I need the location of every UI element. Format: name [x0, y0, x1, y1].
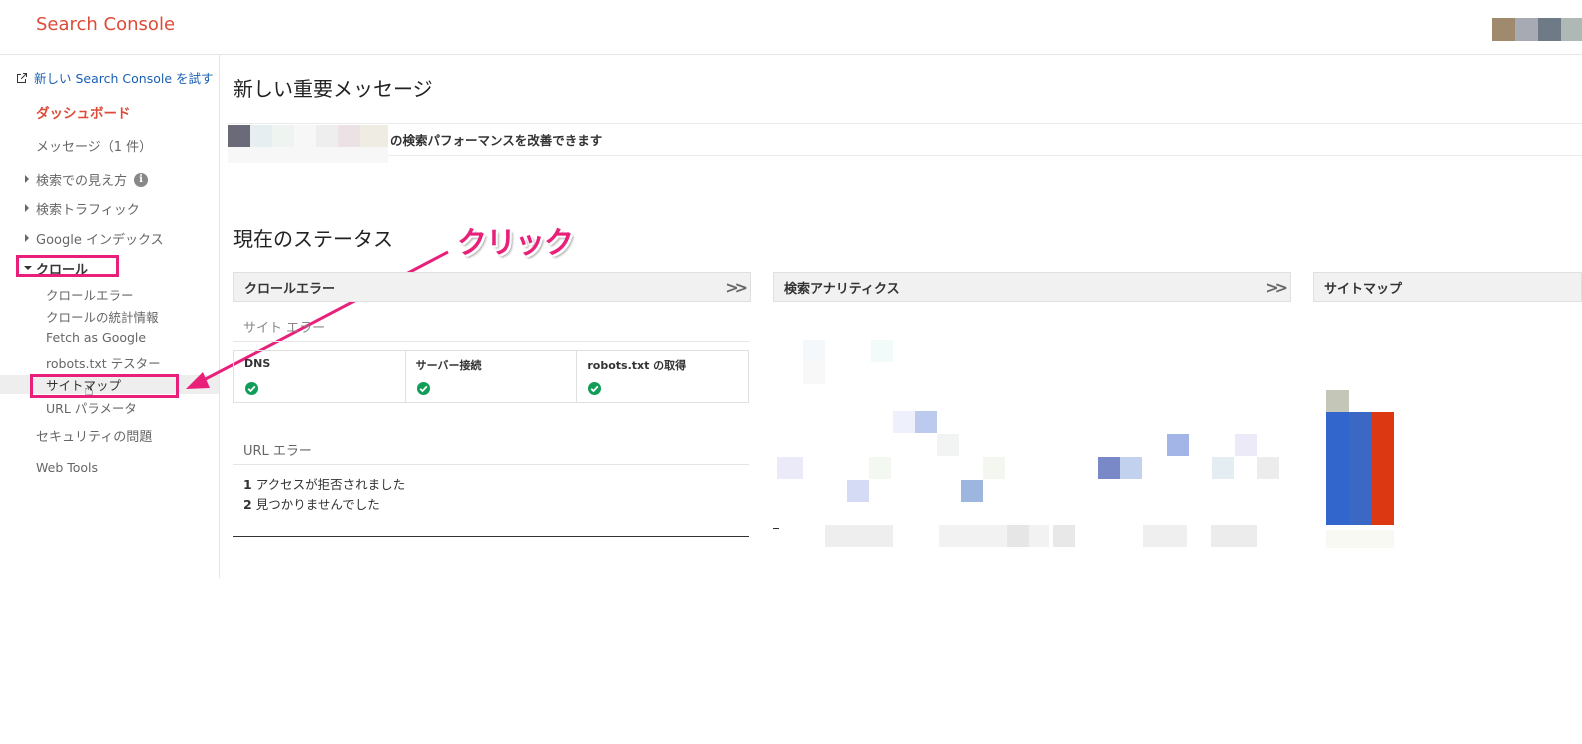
card-title: クロールエラー [244, 281, 336, 297]
sidebar-item-messages[interactable]: メッセージ（1 件） [36, 136, 152, 155]
sidebar-item-label: 検索での見え方 [36, 174, 128, 189]
sidebar-item-web-tools[interactable]: Web Tools [36, 460, 98, 475]
site-url-redacted-2 [228, 147, 388, 163]
url-error-row[interactable]: 2 見つかりませんでした [243, 494, 380, 513]
info-icon[interactable]: i [134, 172, 149, 187]
status-label: robots.txt の取得 [587, 359, 687, 372]
divider [233, 464, 749, 465]
card-title: サイトマップ [1324, 281, 1403, 297]
sidebar-item-google-index[interactable]: Google インデックス [36, 229, 164, 248]
click-annotation-label: クリック [457, 226, 574, 261]
sidebar-item-search-appearance[interactable]: 検索での見え方 i [36, 170, 149, 189]
crawl-errors-card-header[interactable]: クロールエラー >> [233, 272, 751, 302]
sidebar-subitem-url-parameters[interactable]: URL パラメータ [46, 398, 137, 417]
status-cell-dns: DNS [234, 351, 406, 402]
external-link-icon [17, 72, 27, 83]
double-chevron-right-icon[interactable]: >> [725, 278, 748, 297]
header-bar [0, 0, 1582, 55]
new-console-link-label: 新しい Search Console を試す [34, 71, 214, 86]
sitemap-bar-submitted-2 [1349, 412, 1372, 525]
url-errors-label: URL エラー [243, 444, 312, 459]
status-title: 現在のステータス [233, 227, 393, 251]
search-analytics-card-header[interactable]: 検索アナリティクス >> [773, 272, 1291, 302]
sidebar-item-search-traffic[interactable]: 検索トラフィック [36, 199, 140, 218]
chart-axis-tick [773, 528, 779, 529]
status-cell-server: サーバー接続 [406, 351, 578, 402]
sidebar-item-security-issues[interactable]: セキュリティの問題 [36, 426, 152, 445]
new-console-link[interactable]: 新しい Search Console を試す [16, 68, 214, 87]
caret-right-icon [25, 204, 29, 212]
account-avatar[interactable] [1492, 18, 1582, 41]
divider [233, 341, 749, 342]
url-error-count: 1 [243, 477, 252, 492]
sidebar-subitem-crawl-stats[interactable]: クロールの統計情報 [46, 307, 159, 326]
important-messages-title: 新しい重要メッセージ [233, 77, 433, 101]
url-error-text: 見つかりませんでした [255, 497, 380, 512]
crawl-highlight-box [16, 255, 119, 277]
double-chevron-right-icon[interactable]: >> [1265, 278, 1288, 297]
sidebar-subitem-fetch-as-google[interactable]: Fetch as Google [46, 330, 146, 345]
url-error-text: アクセスが拒否されました [255, 477, 406, 492]
search-analytics-chart-redacted [773, 310, 1303, 550]
sitemaps-card-header[interactable]: サイトマップ [1313, 272, 1582, 302]
site-errors-label: サイト エラー [243, 321, 326, 336]
check-circle-icon [416, 382, 430, 395]
sitemap-bar-indexed [1372, 412, 1394, 525]
sitemaps-chart-redacted [1313, 310, 1582, 550]
sidebar-item-dashboard[interactable]: ダッシュボード [36, 102, 131, 122]
status-cell-robots: robots.txt の取得 [577, 351, 748, 402]
sitemap-bar-submitted [1326, 412, 1349, 525]
site-errors-status-grid: DNS サーバー接続 robots.txt の取得 [233, 350, 749, 403]
check-circle-icon [245, 382, 258, 395]
caret-right-icon [25, 175, 29, 183]
sitemap-highlight-box [30, 374, 179, 398]
check-circle-icon [588, 382, 602, 395]
hand-cursor-icon: ☝ [84, 380, 94, 399]
url-error-row[interactable]: 1 アクセスが拒否されました [243, 474, 405, 493]
sidebar-subitem-robots-tester[interactable]: robots.txt テスター [46, 353, 161, 372]
message-text[interactable]: の検索パフォーマンスを改善できます [390, 130, 602, 149]
card-title: 検索アナリティクス [784, 281, 900, 297]
card-bottom-rule [233, 536, 749, 537]
url-error-count: 2 [243, 497, 252, 512]
sidebar-subitem-crawl-errors[interactable]: クロールエラー [46, 285, 134, 304]
caret-right-icon [25, 234, 29, 242]
app-title[interactable]: Search Console [36, 14, 175, 35]
status-label: サーバー接続 [415, 359, 482, 372]
site-url-redacted [228, 125, 388, 147]
status-label: DNS [244, 357, 271, 370]
